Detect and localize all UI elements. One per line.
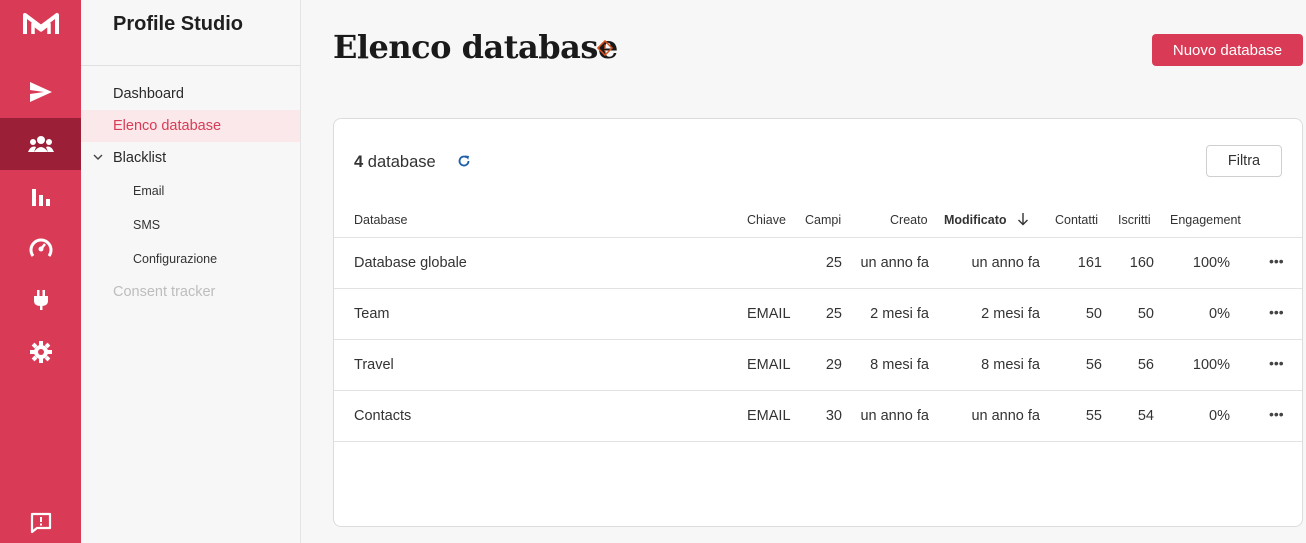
cell-database-name[interactable]: Travel [354, 357, 394, 373]
filter-button[interactable]: Filtra [1206, 145, 1282, 177]
nav-subitem-configurazione[interactable]: Configurazione [81, 242, 300, 276]
feedback-icon[interactable] [0, 503, 81, 543]
plug-icon[interactable] [0, 274, 81, 326]
column-header-database[interactable]: Database [354, 213, 408, 227]
logo-icon[interactable] [0, 0, 81, 48]
database-count-number: 4 [354, 153, 364, 171]
cell-contacts: 161 [1077, 255, 1102, 271]
nav-item-blacklist-label: Blacklist [113, 150, 167, 166]
chevron-down-icon [93, 142, 103, 187]
sort-descending-icon [1017, 213, 1029, 229]
cell-created: un anno fa [860, 255, 929, 271]
secondary-sidebar: Profile Studio Dashboard Elenco database… [81, 0, 301, 543]
nav-subitem-email[interactable]: Email [81, 174, 300, 208]
row-more-icon[interactable]: ••• [1269, 304, 1284, 320]
column-header-modificato[interactable]: Modificato [944, 213, 1029, 229]
table-row[interactable]: Travel EMAIL 29 8 mesi fa 8 mesi fa 56 5… [334, 340, 1302, 391]
nav-item-consent-tracker: Consent tracker [113, 284, 216, 300]
app-title: Profile Studio [81, 0, 300, 66]
nav-list: Dashboard Elenco database Blacklist Emai… [81, 66, 300, 308]
column-header-modificato-label: Modificato [944, 213, 1007, 227]
cell-created: un anno fa [860, 408, 929, 424]
cell-database-name[interactable]: Team [354, 306, 389, 322]
cell-modified: 8 mesi fa [981, 357, 1040, 373]
column-header-iscritti[interactable]: Iscritti [1118, 213, 1151, 227]
cell-contacts: 56 [1085, 357, 1102, 373]
row-more-icon[interactable]: ••• [1269, 253, 1284, 269]
table-header: Database Chiave Campi Creato Modificato … [334, 203, 1302, 238]
cell-database-name[interactable]: Database globale [354, 255, 467, 271]
row-more-icon[interactable]: ••• [1269, 406, 1284, 422]
cell-engagement: 100% [1192, 255, 1230, 271]
nav-item-dashboard[interactable]: Dashboard [81, 78, 300, 110]
database-list-card: 4 database Filtra Database Chiave Campi … [333, 118, 1303, 527]
page-title: Elenco database [333, 28, 618, 66]
cell-subscribers: 54 [1137, 408, 1154, 424]
cell-engagement: 0% [1209, 408, 1230, 424]
nav-subitem-sms[interactable]: SMS [81, 208, 300, 242]
send-icon[interactable] [0, 66, 81, 118]
cell-subscribers: 50 [1137, 306, 1154, 322]
column-header-engagement[interactable]: Engagement [1170, 213, 1241, 227]
speedometer-icon[interactable] [0, 222, 81, 274]
settings-icon[interactable] [0, 326, 81, 378]
cell-modified: un anno fa [971, 255, 1040, 271]
row-more-icon[interactable]: ••• [1269, 355, 1284, 371]
database-count: 4 database [354, 153, 436, 172]
column-header-campi[interactable]: Campi [805, 213, 841, 227]
cell-database-name[interactable]: Contacts [354, 408, 411, 424]
table-row[interactable]: Database globale 25 un anno fa un anno f… [334, 238, 1302, 289]
column-header-creato[interactable]: Creato [890, 213, 928, 227]
column-header-chiave[interactable]: Chiave [747, 213, 786, 227]
table-row[interactable]: Team EMAIL 25 2 mesi fa 2 mesi fa 50 50 … [334, 289, 1302, 340]
cell-contacts: 50 [1085, 306, 1102, 322]
cell-key: EMAIL [747, 357, 791, 373]
cell-engagement: 0% [1209, 306, 1230, 322]
cell-subscribers: 56 [1137, 357, 1154, 373]
cell-contacts: 55 [1085, 408, 1102, 424]
database-count-label: database [367, 153, 436, 171]
cell-created: 2 mesi fa [870, 306, 929, 322]
cell-engagement: 100% [1192, 357, 1230, 373]
cell-modified: 2 mesi fa [981, 306, 1040, 322]
nav-item-blacklist[interactable]: Blacklist [81, 142, 300, 174]
cell-key: EMAIL [747, 306, 791, 322]
table-row[interactable]: Contacts EMAIL 30 un anno fa un anno fa … [334, 391, 1302, 442]
column-header-contatti[interactable]: Contatti [1055, 213, 1098, 227]
analytics-icon[interactable] [0, 170, 81, 222]
new-database-button[interactable]: Nuovo database [1152, 34, 1303, 66]
warning-icon[interactable] [596, 39, 614, 61]
cell-subscribers: 160 [1129, 255, 1154, 271]
icon-rail [0, 0, 81, 543]
nav-item-elenco-database[interactable]: Elenco database [81, 110, 300, 142]
cell-key: EMAIL [747, 408, 791, 424]
cell-modified: un anno fa [971, 408, 1040, 424]
contacts-icon[interactable] [0, 118, 81, 170]
cell-created: 8 mesi fa [870, 357, 929, 373]
refresh-icon[interactable] [457, 154, 471, 173]
